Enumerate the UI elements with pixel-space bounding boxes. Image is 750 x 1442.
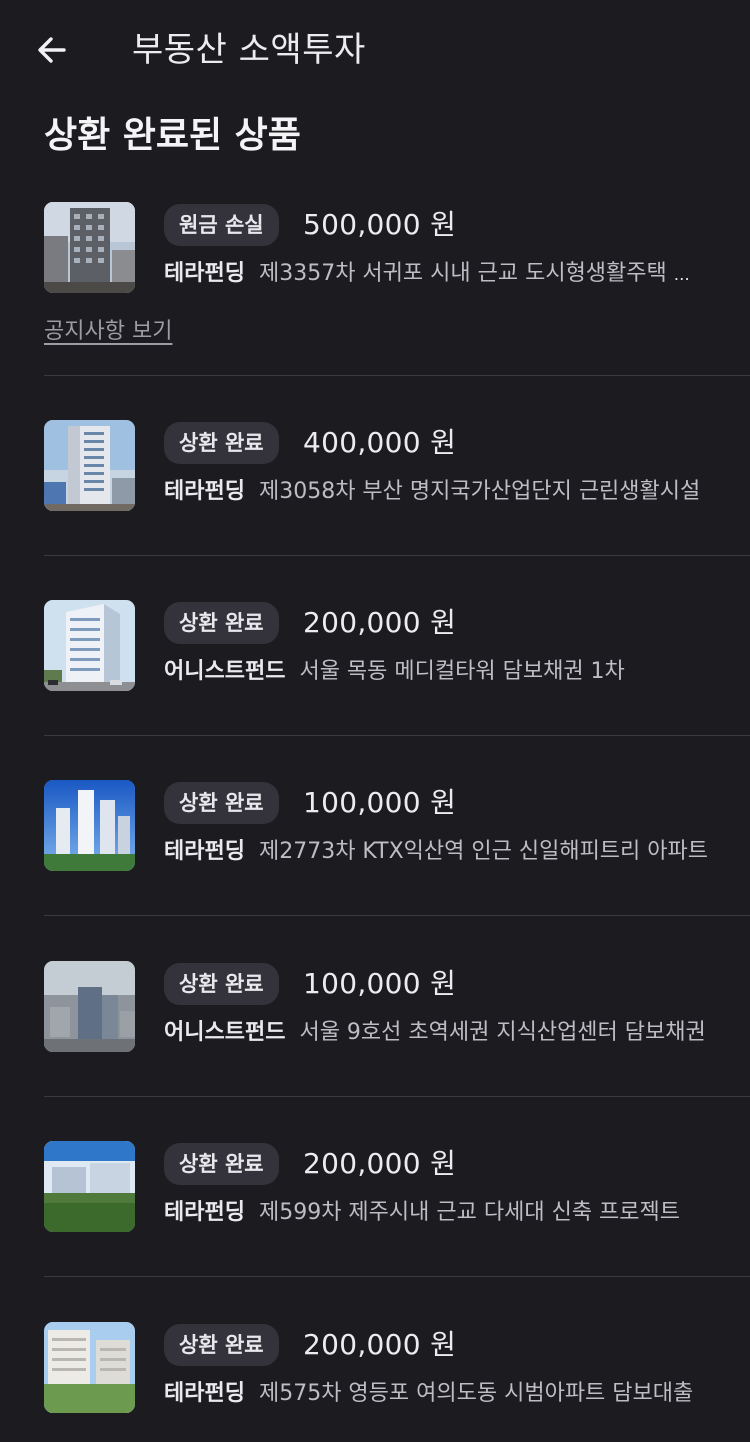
product-name: 제575차 영등포 여의도동 시범아파트 담보대출 [258, 1381, 694, 1406]
status-badge: 상환 완료 [164, 963, 279, 1005]
product-meta: 어니스트펀드 서울 9호선 초역세권 지식산업센터 담보채권 [164, 1013, 708, 1054]
divider [44, 735, 750, 736]
page-title: 부동산 소액투자 [132, 30, 366, 70]
product-thumbnail [44, 420, 135, 511]
product-name: 서울 목동 메디컬타워 담보채권 1차 [299, 659, 625, 684]
investment-amount: 200,000 원 [303, 606, 457, 639]
status-badge: 원금 손실 [164, 204, 279, 246]
top-bar: 부동산 소액투자 [0, 0, 750, 100]
status-badge: 상환 완료 [164, 782, 279, 824]
investment-amount: 200,000 원 [303, 1147, 457, 1180]
investment-amount: 100,000 원 [303, 786, 457, 819]
platform-name: 어니스트펀드 [164, 659, 286, 684]
product-meta: 테라펀딩 제599차 제주시내 근교 다세대 신축 프로젝트 [164, 1193, 708, 1234]
section-title: 상환 완료된 상품 [44, 115, 301, 156]
list-item[interactable]: 원금 손실 500,000 원 테라펀딩 제3357차 서귀포 시내 근교 도시형… [44, 202, 750, 322]
status-badge: 상환 완료 [164, 1143, 279, 1185]
list-item[interactable]: 상환 완료 400,000 원 테라펀딩 제3058차 부산 명지국가산업단지 근… [44, 420, 750, 540]
list-item[interactable]: 상환 완료 200,000 원 테라펀딩 제599차 제주시내 근교 다세대 신축… [44, 1141, 750, 1261]
platform-name: 테라펀딩 [164, 839, 245, 864]
platform-name: 테라펀딩 [164, 479, 245, 504]
divider [44, 1276, 750, 1277]
product-meta: 테라펀딩 제575차 영등포 여의도동 시범아파트 담보대출 [164, 1374, 708, 1415]
investment-amount: 200,000 원 [303, 1328, 457, 1361]
product-name: 제3357차 서귀포 시내 근교 도시형생활주택 신축 [258, 261, 708, 286]
investment-amount: 500,000 원 [303, 208, 457, 241]
product-thumbnail [44, 780, 135, 871]
product-thumbnail [44, 202, 135, 293]
back-button[interactable] [28, 26, 76, 74]
product-thumbnail [44, 1322, 135, 1413]
divider [44, 915, 750, 916]
product-thumbnail [44, 1141, 135, 1232]
product-meta: 테라펀딩 제3357차 서귀포 시내 근교 도시형생활주택 신축 [164, 254, 708, 295]
divider [44, 555, 750, 556]
product-thumbnail [44, 961, 135, 1052]
product-meta: 어니스트펀드 서울 목동 메디컬타워 담보채권 1차 [164, 652, 708, 693]
divider [44, 375, 750, 376]
list-item[interactable]: 상환 완료 100,000 원 어니스트펀드 서울 9호선 초역세권 지식산업센터… [44, 961, 750, 1081]
list-item[interactable]: 상환 완료 100,000 원 테라펀딩 제2773차 KTX익산역 인근 신일해… [44, 780, 750, 900]
status-badge: 상환 완료 [164, 1324, 279, 1366]
product-name: 제599차 제주시내 근교 다세대 신축 프로젝트 [258, 1200, 681, 1225]
platform-name: 어니스트펀드 [164, 1020, 286, 1045]
divider [44, 1096, 750, 1097]
investment-amount: 400,000 원 [303, 426, 457, 459]
product-thumbnail [44, 600, 135, 691]
notice-link[interactable]: 공지사항 보기 [44, 314, 172, 350]
list-item[interactable]: 상환 완료 200,000 원 테라펀딩 제575차 영등포 여의도동 시범아파트… [44, 1322, 750, 1442]
platform-name: 테라펀딩 [164, 1381, 245, 1406]
status-badge: 상환 완료 [164, 602, 279, 644]
product-name: 서울 9호선 초역세권 지식산업센터 담보채권 [299, 1020, 706, 1045]
product-name: 제3058차 부산 명지국가산업단지 근린생활시설 [258, 479, 701, 504]
product-name: 제2773차 KTX익산역 인근 신일해피트리 아파트 [258, 839, 708, 864]
list-item[interactable]: 상환 완료 200,000 원 어니스트펀드 서울 목동 메디컬타워 담보채권 1… [44, 600, 750, 720]
platform-name: 테라펀딩 [164, 1200, 245, 1225]
product-meta: 테라펀딩 제2773차 KTX익산역 인근 신일해피트리 아파트 [164, 832, 708, 873]
product-meta: 테라펀딩 제3058차 부산 명지국가산업단지 근린생활시설 [164, 472, 708, 513]
status-badge: 상환 완료 [164, 422, 279, 464]
arrow-left-icon [38, 37, 66, 63]
platform-name: 테라펀딩 [164, 261, 245, 286]
investment-amount: 100,000 원 [303, 967, 457, 1000]
